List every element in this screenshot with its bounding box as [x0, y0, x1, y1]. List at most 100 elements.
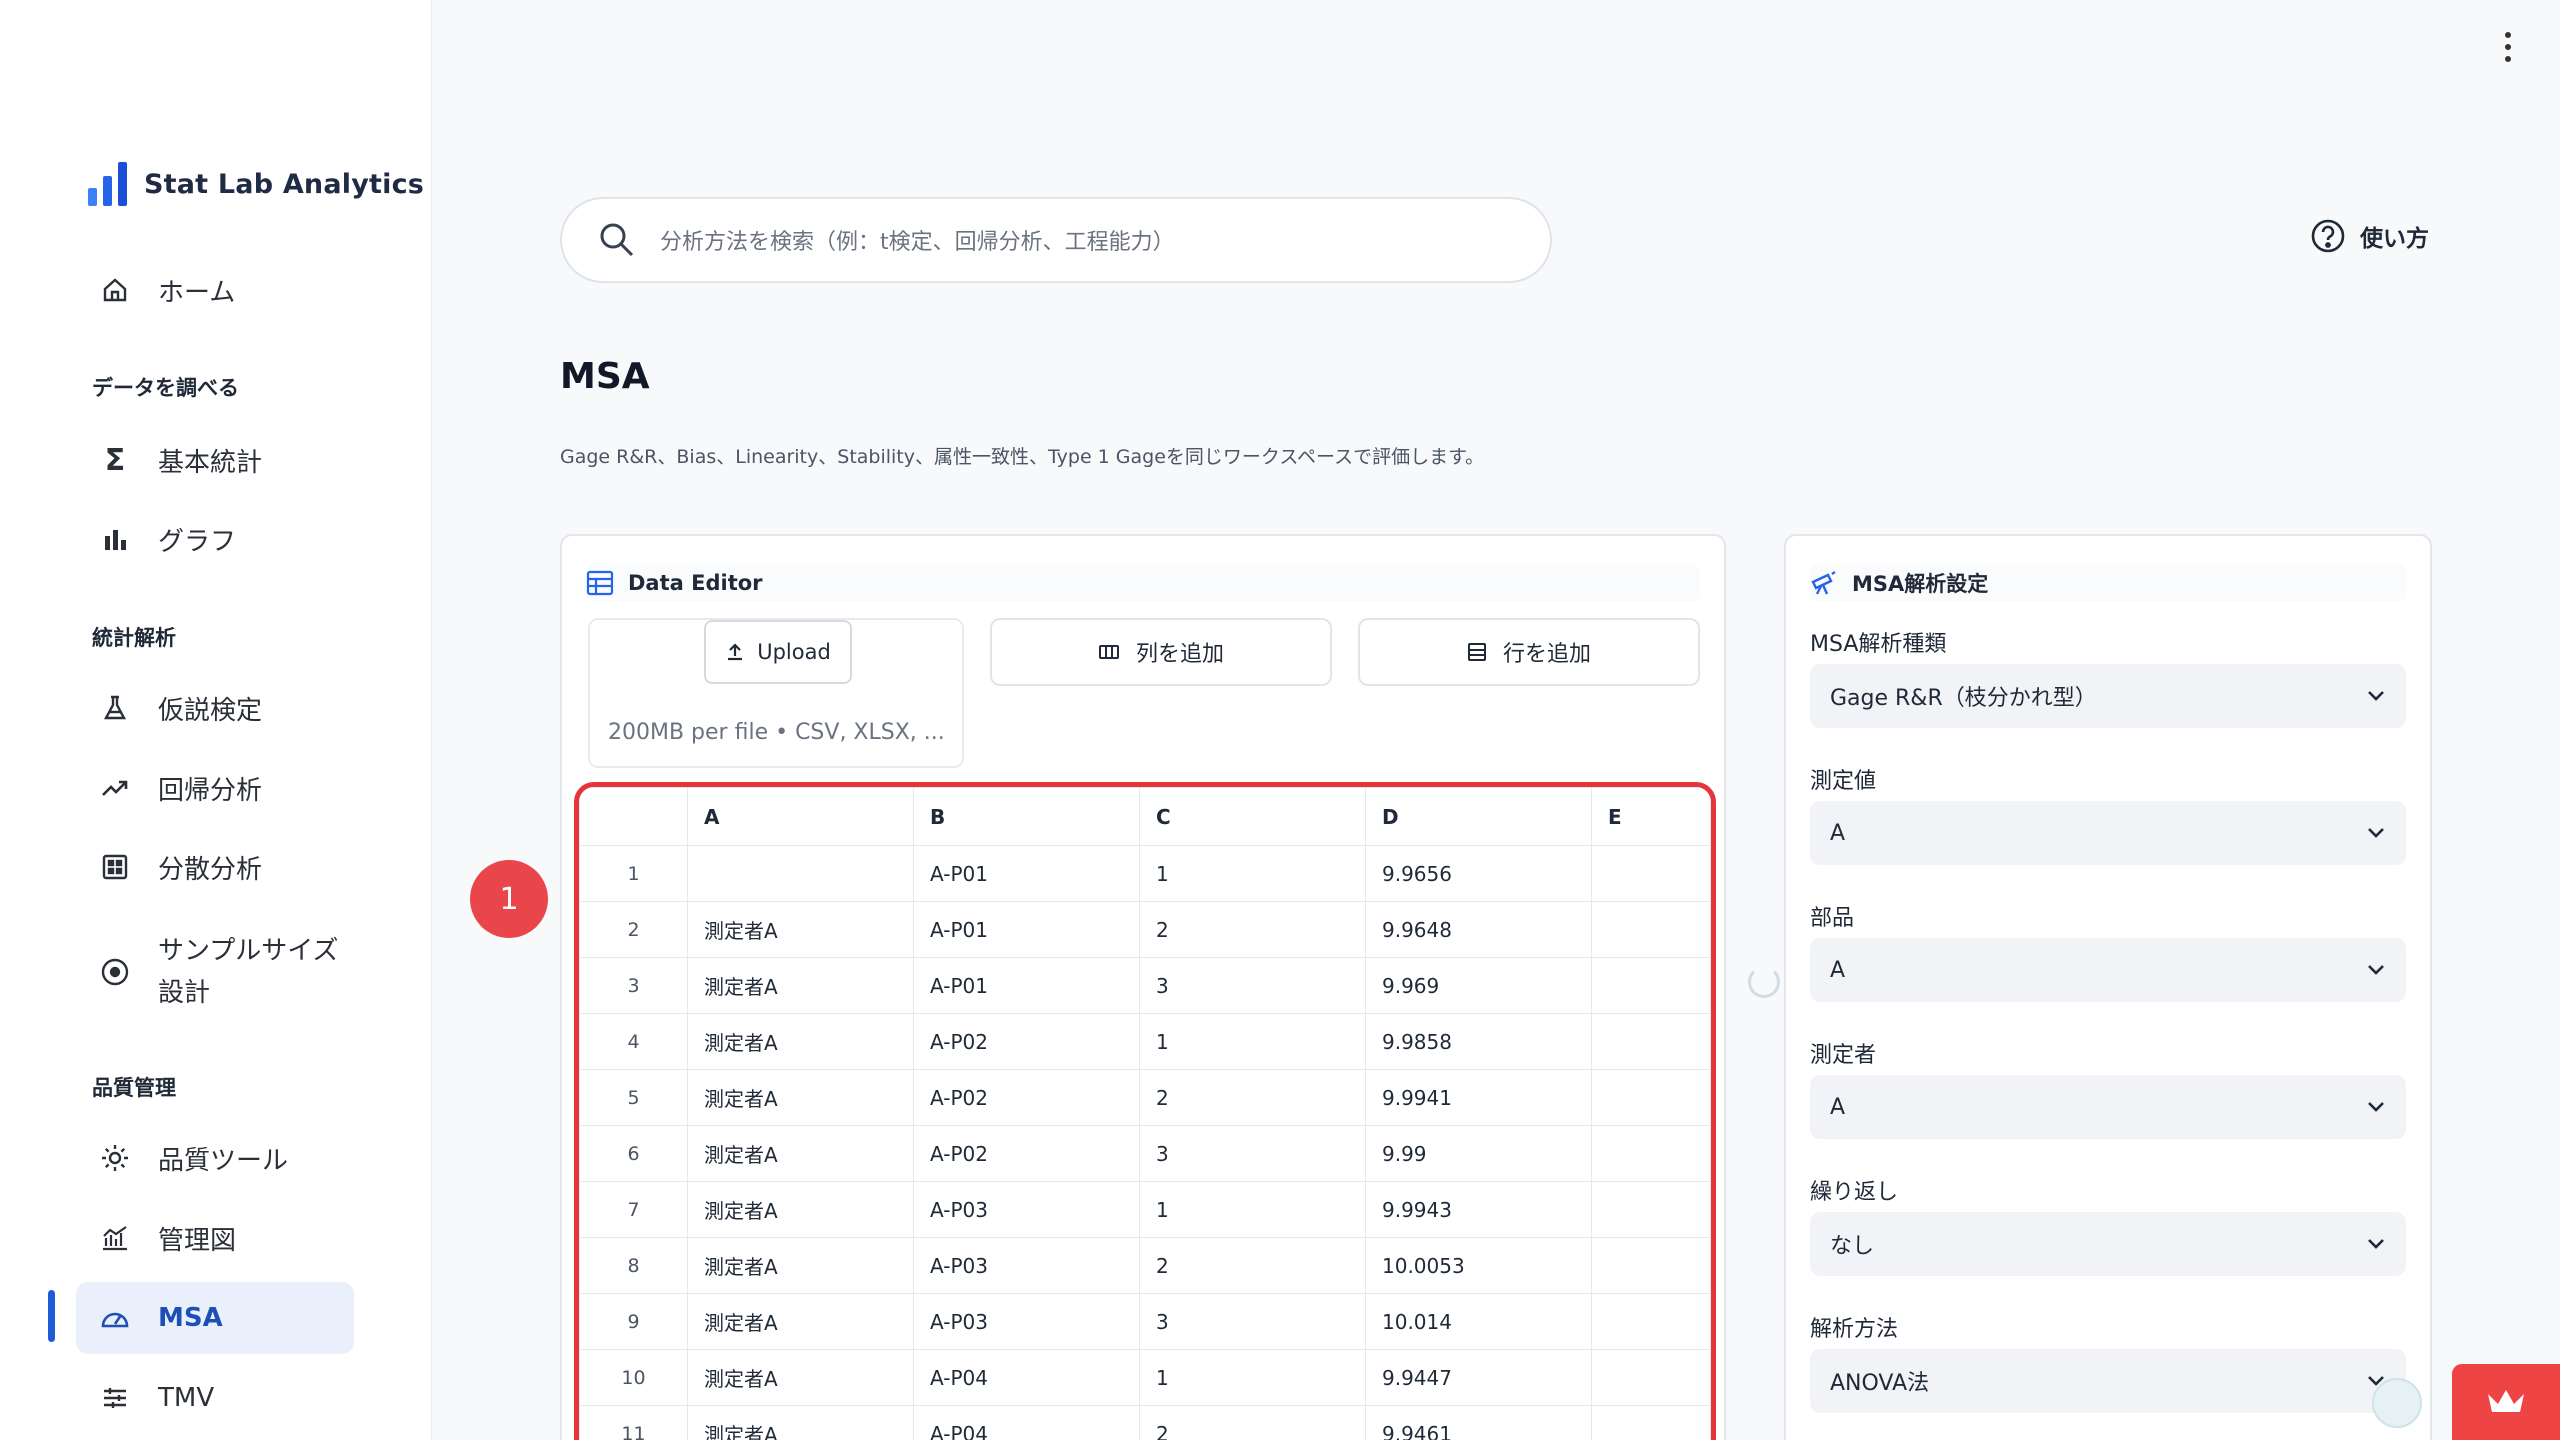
table-cell[interactable] [687, 845, 914, 902]
table-cell[interactable]: 3 [1139, 1293, 1366, 1350]
table-cell[interactable]: A-P02 [913, 1125, 1140, 1182]
table-cell[interactable]: A-P04 [913, 1349, 1140, 1406]
column-header[interactable]: B [913, 787, 1140, 846]
column-header[interactable]: A [687, 787, 914, 846]
column-header[interactable]: D [1365, 787, 1592, 846]
table-cell[interactable] [1591, 845, 1711, 902]
table-cell[interactable]: 9.9461 [1365, 1405, 1592, 1440]
table-cell[interactable]: 1 [1139, 1013, 1366, 1070]
table-cell[interactable]: A-P03 [913, 1237, 1140, 1294]
table-cell[interactable] [1591, 1181, 1711, 1238]
table-cell[interactable] [1591, 1293, 1711, 1350]
table-cell[interactable]: 測定者A [687, 957, 914, 1014]
data-grid[interactable]: A B C D E 1 A-P01 1 9.9656 2 測定者A A-P01 2 9.9648… [574, 782, 1716, 1440]
column-header[interactable]: C [1139, 787, 1366, 846]
help-button[interactable]: 使い方 [2310, 218, 2429, 254]
setting-label: 部品 [1810, 906, 1855, 931]
sidebar-item-label: 仮説検定 [158, 695, 263, 726]
setting-label: 繰り返し [1810, 1180, 1899, 1205]
crown-widget[interactable] [2452, 1364, 2560, 1440]
sidebar-item-msa[interactable]: MSA [76, 1282, 354, 1354]
sidebar-item-graph[interactable]: グラフ [76, 503, 354, 575]
table-cell[interactable]: 2 [1139, 1405, 1366, 1440]
add-row-button[interactable]: 行を追加 [1358, 618, 1700, 686]
table-cell[interactable]: 測定者A [687, 901, 914, 958]
sidebar-item-anova[interactable]: 分散分析 [76, 831, 354, 903]
table-cell[interactable]: 9.99 [1365, 1125, 1592, 1182]
table-cell[interactable]: 9.9941 [1365, 1069, 1592, 1126]
sidebar-item-home[interactable]: ホーム [76, 254, 354, 326]
upload-button[interactable]: Upload [704, 620, 852, 684]
column-header[interactable]: E [1591, 787, 1711, 846]
search-bar[interactable]: 分析方法を検索（例：t検定、回帰分析、工程能力） [560, 197, 1552, 283]
table-cell[interactable]: 測定者A [687, 1069, 914, 1126]
sidebar-item-quality-tools[interactable]: 品質ツール [76, 1122, 354, 1194]
setting-select[interactable]: なし [1810, 1212, 2406, 1276]
table-cell[interactable]: 3 [1139, 1125, 1366, 1182]
table-cell[interactable]: 9.969 [1365, 957, 1592, 1014]
table-cell[interactable]: 9.9656 [1365, 845, 1592, 902]
table-cell[interactable]: 2 [1139, 901, 1366, 958]
table-cell[interactable]: A-P02 [913, 1013, 1140, 1070]
table-cell[interactable] [1591, 1349, 1711, 1406]
table-row: 9 測定者A A-P03 3 10.014 [579, 1293, 1711, 1350]
table-cell[interactable]: 測定者A [687, 1293, 914, 1350]
table-cell[interactable] [1591, 1405, 1711, 1440]
table-cell[interactable]: A-P02 [913, 1069, 1140, 1126]
sidebar-item-tmv[interactable]: TMV [76, 1362, 354, 1434]
table-cell[interactable]: 9.9648 [1365, 901, 1592, 958]
assistant-avatar-icon[interactable] [2372, 1378, 2422, 1428]
setting-select[interactable]: ANOVA法 [1810, 1349, 2406, 1413]
table-cell[interactable] [1591, 1125, 1711, 1182]
sidebar-item-regression[interactable]: 回帰分析 [76, 752, 354, 824]
table-cell[interactable]: 1 [1139, 1349, 1366, 1406]
table-cell[interactable]: A-P04 [913, 1405, 1140, 1440]
table-cell[interactable]: A-P01 [913, 901, 1140, 958]
table-cell[interactable]: 9.9943 [1365, 1181, 1592, 1238]
sidebar-item-hypothesis[interactable]: 仮説検定 [76, 672, 354, 744]
step-badge: 1 [470, 860, 548, 938]
table-cell[interactable]: A-P03 [913, 1293, 1140, 1350]
help-label: 使い方 [2360, 226, 2429, 252]
sidebar-item-control-chart[interactable]: 管理図 [76, 1202, 354, 1274]
table-cell[interactable]: 1 [1139, 845, 1366, 902]
brand[interactable]: Stat Lab Analytics [88, 162, 424, 206]
table-row: 1 A-P01 1 9.9656 [579, 845, 1711, 902]
table-cell[interactable]: 測定者A [687, 1013, 914, 1070]
setting-select[interactable]: A [1810, 801, 2406, 865]
setting-select[interactable]: Gage R&R（枝分かれ型） [1810, 664, 2406, 728]
table-cell[interactable] [1591, 1237, 1711, 1294]
table-cell[interactable]: A-P01 [913, 845, 1140, 902]
table-cell[interactable]: 2 [1139, 1237, 1366, 1294]
table-cell[interactable]: 1 [1139, 1181, 1366, 1238]
upload-dropzone[interactable]: Upload 200MB per file • CSV, XLSX, ... [588, 618, 964, 768]
table-cell[interactable]: 9.9447 [1365, 1349, 1592, 1406]
table-cell[interactable]: 2 [1139, 1069, 1366, 1126]
setting-select[interactable]: A [1810, 1075, 2406, 1139]
table-cell[interactable] [1591, 1013, 1711, 1070]
table-cell[interactable]: 10.014 [1365, 1293, 1592, 1350]
table-cell[interactable]: 測定者A [687, 1405, 914, 1440]
table-cell[interactable] [1591, 1069, 1711, 1126]
table-cell[interactable]: A-P03 [913, 1181, 1140, 1238]
table-cell[interactable]: 3 [1139, 957, 1366, 1014]
sidebar-item-sample-size[interactable]: サンプルサイズ 設計 [76, 922, 354, 1022]
table-cell[interactable]: 10.0053 [1365, 1237, 1592, 1294]
table-cell[interactable]: A-P01 [913, 957, 1140, 1014]
table-cell[interactable]: 測定者A [687, 1237, 914, 1294]
table-cell[interactable]: 9.9858 [1365, 1013, 1592, 1070]
sidebar-item-basic-stats[interactable]: Σ 基本統計 [76, 424, 354, 496]
search-input[interactable]: 分析方法を検索（例：t検定、回帰分析、工程能力） [660, 224, 1175, 256]
table-cell[interactable] [1591, 901, 1711, 958]
setting-select[interactable]: A [1810, 938, 2406, 1002]
more-options-icon[interactable] [2500, 32, 2516, 62]
upload-label: Upload [757, 640, 831, 664]
table-row: 10 測定者A A-P04 1 9.9447 [579, 1349, 1711, 1406]
table-cell[interactable]: 測定者A [687, 1125, 914, 1182]
table-cell[interactable]: 測定者A [687, 1181, 914, 1238]
table-cell[interactable] [1591, 957, 1711, 1014]
add-column-button[interactable]: 列を追加 [990, 618, 1332, 686]
data-editor-panel: Data Editor Upload 200MB per file • CSV,… [560, 534, 1726, 1440]
sigma-icon: Σ [104, 442, 126, 478]
table-cell[interactable]: 測定者A [687, 1349, 914, 1406]
